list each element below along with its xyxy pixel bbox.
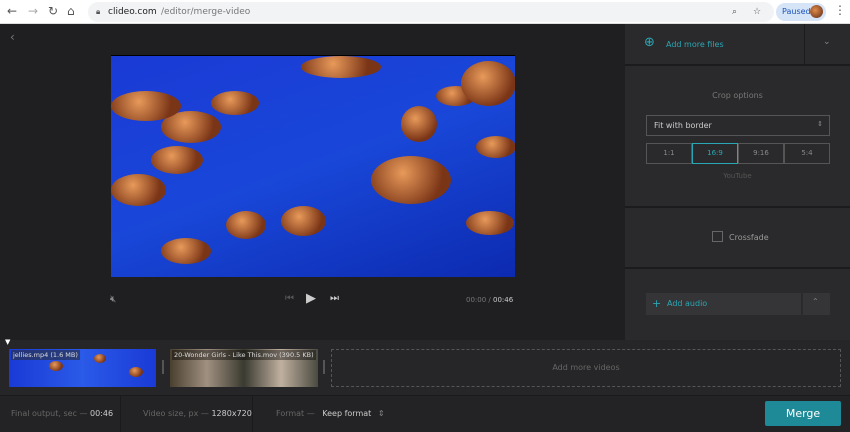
output-info: Final output, sec — 00:46: [0, 396, 121, 432]
back-icon[interactable]: ←: [7, 4, 17, 18]
forward-icon[interactable]: →: [28, 4, 38, 18]
divider: [625, 206, 850, 208]
select-arrows-icon: ⇕: [377, 409, 385, 418]
url-host: clideo.com: [108, 7, 157, 17]
ratio-hint: YouTube: [723, 172, 752, 180]
star-icon[interactable]: ☆: [753, 7, 761, 17]
profile-status: Paused: [782, 7, 811, 16]
format-label: Format —: [276, 409, 315, 418]
output-value: 00:46: [90, 409, 114, 418]
timeline-clip[interactable]: jellies.mp4 (1.6 MB): [9, 349, 156, 387]
skip-forward-icon[interactable]: ⏭︎: [330, 293, 339, 304]
add-files-label: Add more files: [666, 40, 724, 49]
ratio-label: 9:16: [753, 149, 769, 157]
clip-label: 20-Wonder Girls - Like This.mov (390.5 K…: [172, 350, 316, 360]
ratio-label: 16:9: [707, 149, 723, 157]
crossfade-checkbox[interactable]: [712, 231, 723, 242]
ratio-label: 1:1: [663, 149, 675, 157]
size-info: Video size, px — 1280x720: [121, 396, 253, 432]
plus-icon: +: [652, 297, 662, 310]
divider: [625, 267, 850, 269]
merge-label: Merge: [785, 407, 821, 420]
time-separator: /: [488, 296, 491, 304]
clip-handle[interactable]: [323, 360, 325, 374]
clip-label: jellies.mp4 (1.6 MB): [11, 350, 80, 360]
size-label: Video size, px —: [143, 409, 209, 418]
ratio-16-9[interactable]: 16:9: [692, 143, 738, 164]
add-audio-label: Add audio: [667, 299, 708, 308]
add-audio-button[interactable]: + Add audio: [646, 293, 801, 315]
files-dropdown-toggle[interactable]: ⌄: [805, 24, 850, 66]
skip-back-icon[interactable]: ⏮︎: [285, 293, 294, 304]
crop-select-value: Fit with border: [654, 121, 712, 130]
play-icon[interactable]: ▶: [306, 291, 316, 306]
address-bar[interactable]: 🔒︎ clideo.com /editor/merge-video ⌕ ☆: [88, 2, 774, 22]
crop-select[interactable]: Fit with border ⇕: [646, 115, 830, 136]
add-more-videos-button[interactable]: Add more videos: [331, 349, 841, 387]
chevron-down-icon: ⌄: [823, 37, 831, 47]
footer-bar: Final output, sec — 00:46 Video size, px…: [0, 395, 850, 432]
ratio-5-4[interactable]: 5:4: [784, 143, 830, 164]
video-preview[interactable]: [111, 55, 515, 277]
add-more-videos-label: Add more videos: [552, 363, 620, 372]
zoom-icon[interactable]: ⌕: [732, 7, 737, 17]
crossfade-label: Crossfade: [729, 233, 769, 242]
format-info: Format — Keep format ⇕: [276, 409, 385, 418]
reload-icon[interactable]: ↻: [48, 4, 58, 18]
menu-icon[interactable]: ⋮: [834, 3, 846, 17]
timeline-clip[interactable]: 20-Wonder Girls - Like This.mov (390.5 K…: [170, 349, 318, 387]
current-time: 00:00: [466, 296, 487, 304]
format-select[interactable]: Keep format: [322, 409, 371, 418]
chevron-up-icon: ⌃: [812, 297, 819, 306]
home-icon[interactable]: ⌂: [67, 4, 75, 18]
crop-title: Crop options: [712, 91, 763, 100]
lock-icon: 🔒︎: [96, 7, 101, 16]
add-more-files-button[interactable]: ⊕ Add more files: [625, 24, 805, 66]
clip-handle[interactable]: [162, 360, 164, 374]
audio-toggle[interactable]: ⌃: [803, 293, 830, 315]
plus-circle-icon: ⊕: [644, 35, 655, 50]
ratio-label: 5:4: [801, 149, 813, 157]
url-path: /editor/merge-video: [161, 7, 251, 17]
size-value: 1280x720: [211, 409, 252, 418]
time-display: 00:00 / 00:46: [466, 296, 513, 304]
ratio-1-1[interactable]: 1:1: [646, 143, 692, 164]
merge-button[interactable]: Merge: [765, 401, 841, 426]
ratio-9-16[interactable]: 9:16: [738, 143, 784, 164]
output-label: Final output, sec —: [11, 409, 88, 418]
browser-toolbar: ← → ↻ ⌂ 🔒︎ clideo.com /editor/merge-vide…: [0, 0, 850, 24]
playhead-icon[interactable]: ▼: [5, 338, 10, 346]
avatar[interactable]: [810, 5, 823, 18]
back-chevron-icon[interactable]: ‹: [10, 30, 15, 44]
select-arrows-icon: ⇕: [817, 120, 823, 128]
mute-icon[interactable]: 🔇︎: [110, 294, 116, 305]
duration: 00:46: [493, 296, 514, 304]
